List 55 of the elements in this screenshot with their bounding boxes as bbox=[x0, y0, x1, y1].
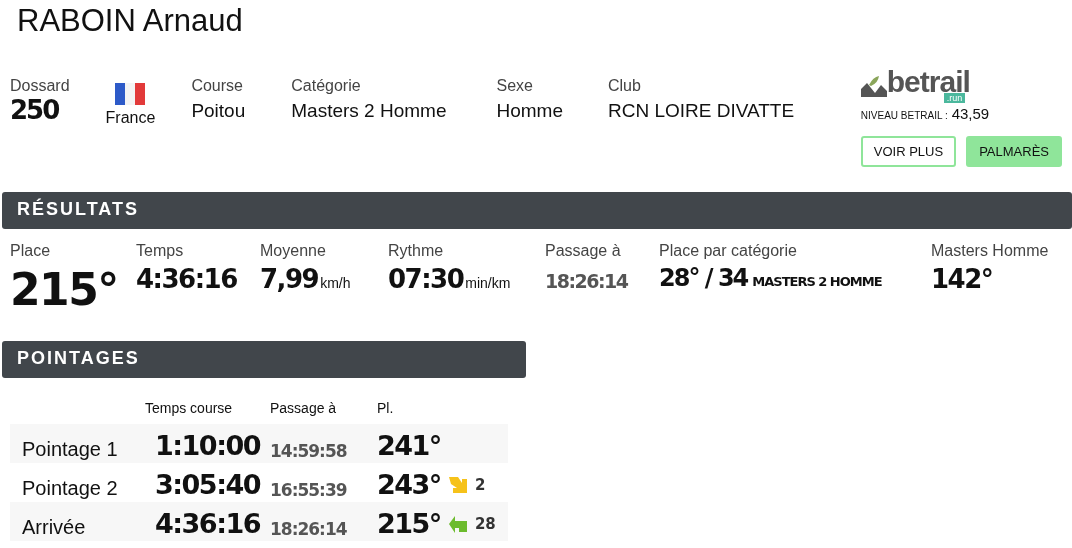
place-value: 241° bbox=[377, 430, 441, 461]
checkpoint-name: Pointage 1 bbox=[21, 438, 118, 460]
field-value: Masters 2 Homme bbox=[291, 100, 447, 122]
stat-label: Place bbox=[10, 242, 52, 260]
category-name: MASTERS 2 HOMME bbox=[752, 274, 882, 289]
section-header: RÉSULTATS bbox=[2, 192, 1072, 229]
passage-time: 16:55:39 bbox=[270, 480, 347, 500]
passage-time: 18:26:14 bbox=[270, 519, 347, 539]
field-label: Catégorie bbox=[291, 77, 362, 95]
column-header: Pl. bbox=[377, 400, 394, 416]
logo-badge: .run bbox=[943, 93, 966, 103]
level-label: NIVEAU BETRAIL : bbox=[860, 110, 948, 121]
stat-label: Temps bbox=[136, 242, 185, 260]
place-value: 243° bbox=[377, 469, 441, 500]
field-value: Homme bbox=[496, 100, 563, 122]
stat-value: 07:30 bbox=[388, 264, 464, 294]
passage-time: 14:59:58 bbox=[270, 441, 347, 461]
stat-label: Place par catégorie bbox=[659, 242, 798, 260]
stat-value: 28° / 34 bbox=[659, 264, 748, 292]
stat-value: 7,99 bbox=[260, 264, 319, 294]
bib-number: 250 bbox=[10, 95, 60, 125]
more-button[interactable]: VOIR PLUS bbox=[860, 136, 957, 167]
section-header: POINTAGES bbox=[2, 341, 526, 378]
stat-label: Moyenne bbox=[260, 242, 327, 260]
race-time: 3:05:40 bbox=[155, 469, 261, 500]
place-change: 2 bbox=[474, 475, 486, 494]
race-time: 1:10:00 bbox=[155, 430, 261, 461]
field-value: Poitou bbox=[191, 100, 246, 122]
field-label: Sexe bbox=[496, 77, 534, 95]
level-value: 43,59 bbox=[951, 105, 990, 122]
field-value: RCN LOIRE DIVATTE bbox=[607, 100, 795, 122]
unit-label: km/h bbox=[320, 275, 351, 291]
place-change: 28 bbox=[474, 514, 496, 533]
mountain-icon bbox=[860, 75, 887, 97]
stat-label: Rythme bbox=[388, 242, 445, 260]
palmares-button[interactable]: PALMARÈS bbox=[966, 136, 1062, 167]
stat-label: Masters Homme bbox=[931, 242, 1050, 260]
country-name: France bbox=[105, 109, 156, 127]
flag-icon bbox=[115, 83, 146, 105]
column-header: Passage à bbox=[270, 400, 337, 416]
unit-label: min/km bbox=[465, 275, 511, 291]
field-label: Club bbox=[607, 77, 642, 95]
race-time: 4:36:16 bbox=[155, 508, 261, 539]
stat-value: 215° bbox=[10, 264, 118, 315]
checkpoint-name: Pointage 2 bbox=[21, 477, 118, 499]
field-label: Course bbox=[191, 77, 244, 95]
column-header: Temps course bbox=[145, 400, 233, 416]
checkpoint-name: Arrivée bbox=[21, 516, 86, 538]
stat-value: 18:26:14 bbox=[545, 270, 628, 292]
athlete-name: RABOIN Arnaud bbox=[17, 2, 243, 40]
stat-value: 4:36:16 bbox=[136, 264, 237, 294]
place-value: 215° bbox=[377, 508, 441, 539]
stat-label: Passage à bbox=[545, 242, 622, 260]
stat-value: 142° bbox=[931, 264, 993, 294]
field-label: Dossard bbox=[10, 77, 70, 95]
